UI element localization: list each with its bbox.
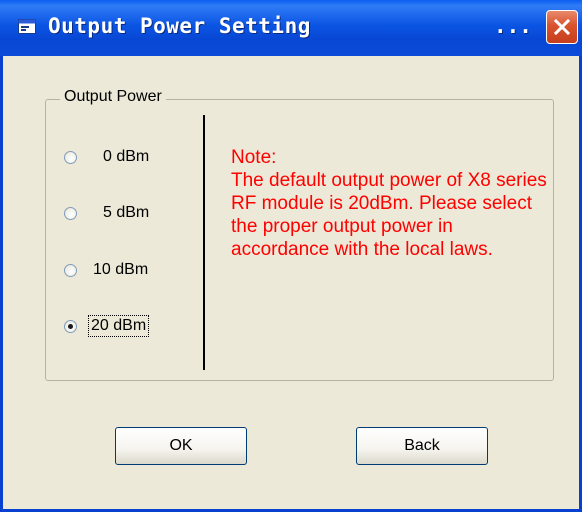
ok-button[interactable]: OK xyxy=(115,427,247,465)
radio-label: 10 dBm xyxy=(93,261,149,278)
radio-option-5dbm[interactable]: 5 dBm xyxy=(64,201,151,225)
vertical-divider xyxy=(203,115,205,370)
window-app-icon xyxy=(18,19,36,34)
radio-option-20dbm[interactable]: 20 dBm xyxy=(64,314,150,338)
output-power-dialog: Output Power Setting ... Output Power 0 … xyxy=(0,0,582,512)
radio-button-selected[interactable] xyxy=(64,319,77,333)
radio-label: 0 dBm xyxy=(103,148,150,165)
close-icon xyxy=(554,19,570,35)
back-button[interactable]: Back xyxy=(356,427,488,465)
window-title: Output Power Setting xyxy=(48,14,311,38)
radio-button[interactable] xyxy=(64,263,77,277)
radio-button[interactable] xyxy=(64,206,77,220)
title-overflow-ellipsis: ... xyxy=(494,14,532,38)
title-bar[interactable]: Output Power Setting ... xyxy=(0,0,582,56)
groupbox-label: Output Power xyxy=(60,88,166,106)
radio-label: 5 dBm xyxy=(103,204,150,221)
note-text: Note: The default output power of X8 ser… xyxy=(231,147,547,260)
close-button[interactable] xyxy=(546,10,578,44)
radio-label-focused: 20 dBm xyxy=(87,315,150,337)
radio-option-10dbm[interactable]: 10 dBm xyxy=(64,258,150,282)
radio-button[interactable] xyxy=(64,150,77,164)
radio-option-0dbm[interactable]: 0 dBm xyxy=(64,145,151,169)
